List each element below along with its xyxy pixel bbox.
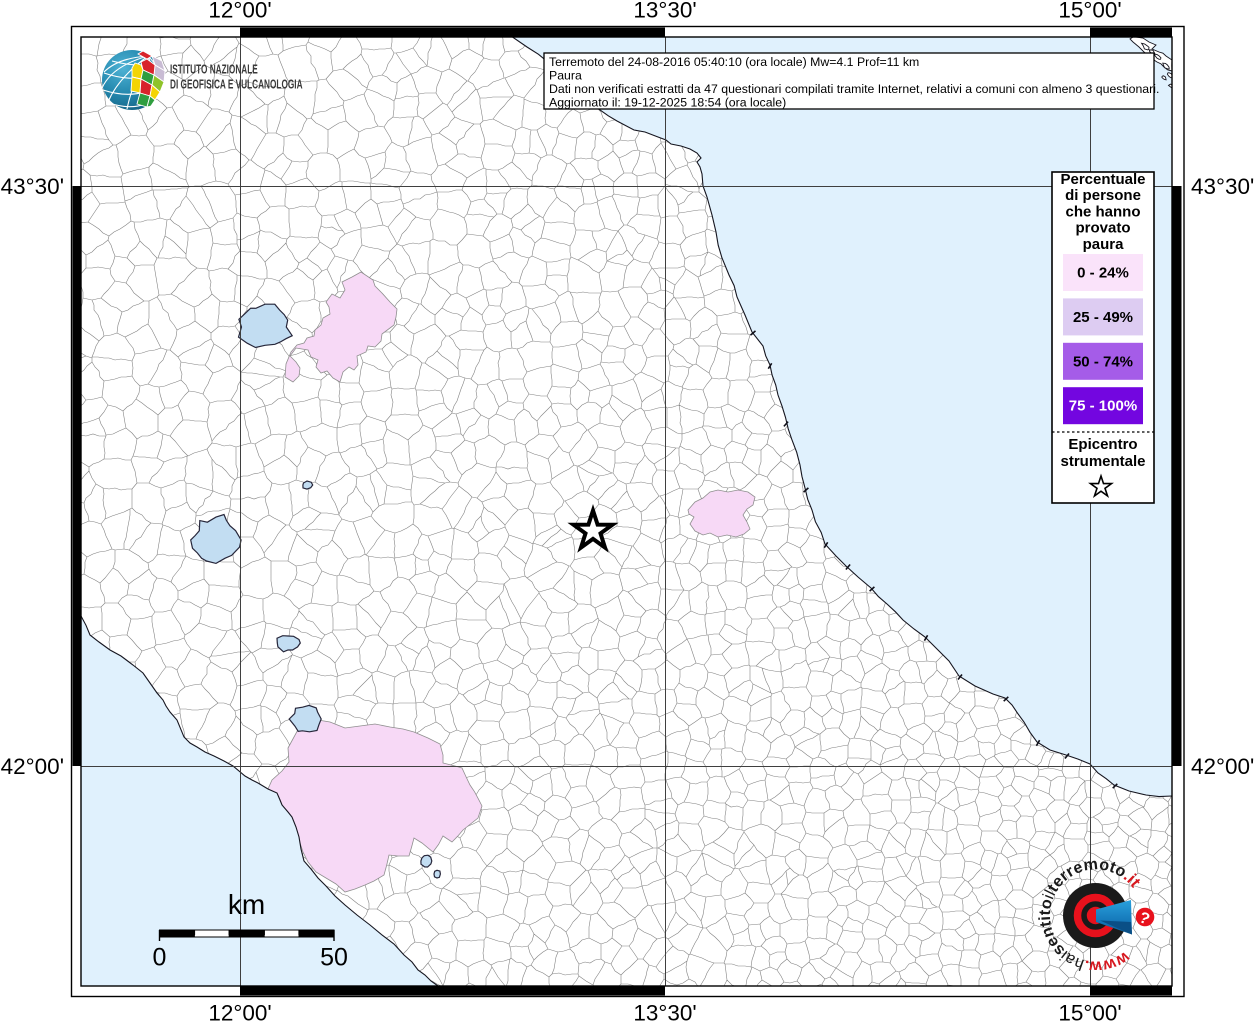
svg-text:12°00': 12°00' bbox=[208, 0, 271, 23]
svg-text:Terremoto del 24-08-2016 05:40: Terremoto del 24-08-2016 05:40:10 (ora l… bbox=[549, 55, 919, 69]
svg-text:km: km bbox=[228, 889, 265, 920]
svg-text:Aggiornato il: 19-12-2025 18:5: Aggiornato il: 19-12-2025 18:54 (ora loc… bbox=[549, 96, 786, 110]
svg-text:0: 0 bbox=[153, 944, 167, 972]
svg-text:Percentuale: Percentuale bbox=[1060, 171, 1145, 188]
svg-text:43°30': 43°30' bbox=[1, 174, 64, 199]
svg-text:43°30': 43°30' bbox=[1191, 174, 1254, 199]
svg-text:15°00': 15°00' bbox=[1058, 1001, 1121, 1024]
svg-text:DI GEOFISICA E VULCANOLOGIA: DI GEOFISICA E VULCANOLOGIA bbox=[170, 78, 303, 92]
svg-text:che hanno: che hanno bbox=[1065, 203, 1140, 220]
svg-text:ISTITUTO NAZIONALE: ISTITUTO NAZIONALE bbox=[170, 63, 258, 77]
svg-text:50 - 74%: 50 - 74% bbox=[1073, 353, 1133, 370]
svg-text:provato: provato bbox=[1075, 220, 1130, 237]
svg-text:Dati non verificati estratti d: Dati non verificati estratti da 47 quest… bbox=[549, 82, 1159, 96]
svg-text:75 - 100%: 75 - 100% bbox=[1069, 398, 1137, 415]
svg-text:25 - 49%: 25 - 49% bbox=[1073, 309, 1133, 326]
svg-text:di persone: di persone bbox=[1065, 187, 1141, 204]
svg-text:50: 50 bbox=[320, 944, 348, 972]
svg-text:42°00': 42°00' bbox=[1, 754, 64, 779]
svg-text:42°00': 42°00' bbox=[1191, 754, 1254, 779]
svg-text:Epicentro: Epicentro bbox=[1068, 436, 1137, 453]
svg-text:12°00': 12°00' bbox=[208, 1001, 271, 1024]
svg-text:0 - 24%: 0 - 24% bbox=[1077, 265, 1129, 282]
svg-text:strumentale: strumentale bbox=[1060, 453, 1145, 470]
svg-text:13°30': 13°30' bbox=[633, 0, 696, 23]
svg-text:15°00': 15°00' bbox=[1058, 0, 1121, 23]
svg-text:13°30': 13°30' bbox=[633, 1001, 696, 1024]
svg-text:paura: paura bbox=[1083, 236, 1125, 253]
svg-text:Paura: Paura bbox=[549, 69, 582, 83]
